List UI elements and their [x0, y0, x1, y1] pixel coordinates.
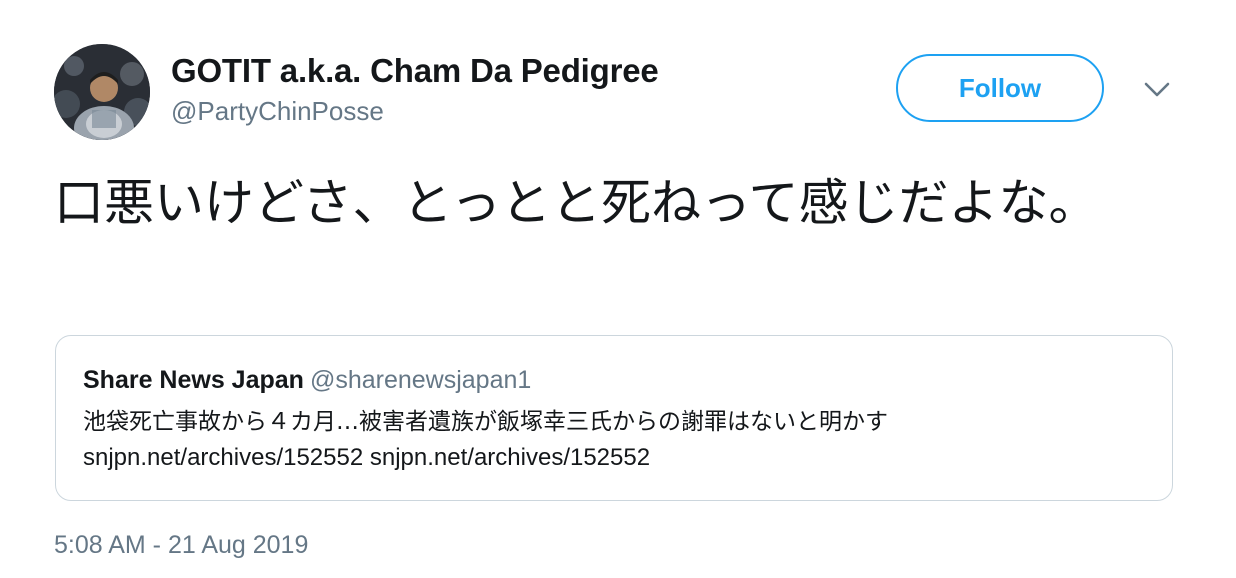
chevron-down-icon[interactable] — [1142, 78, 1172, 102]
quoted-tweet-links: snjpn.net/archives/152552 snjpn.net/arch… — [83, 444, 650, 472]
quoted-tweet-card[interactable]: Share News Japan @sharenewsjapan1 池袋死亡事故か… — [55, 335, 1173, 501]
quoted-author-handle: @sharenewsjapan1 — [309, 366, 532, 394]
quoted-tweet-header: Share News Japan @sharenewsjapan1 — [83, 366, 531, 395]
tweet-timestamp[interactable]: 5:08 AM - 21 Aug 2019 — [54, 531, 308, 560]
quoted-link[interactable]: snjpn.net/archives/152552 — [83, 444, 363, 471]
quoted-author-name: Share News Japan — [83, 366, 304, 394]
avatar[interactable] — [54, 44, 150, 140]
display-name[interactable]: GOTIT a.k.a. Cham Da Pedigree — [171, 52, 659, 90]
follow-button[interactable]: Follow — [896, 54, 1104, 122]
quoted-link[interactable]: snjpn.net/archives/152552 — [370, 444, 650, 471]
avatar-photo — [54, 44, 150, 140]
user-handle[interactable]: @PartyChinPosse — [171, 96, 384, 127]
quoted-tweet-text: 池袋死亡事故から４カ月…被害者遺族が飯塚幸三氏からの謝罪はないと明かす — [83, 409, 888, 435]
tweet-text: 口悪いけどさ、とっとと死ねって感じだよな。 — [54, 174, 1099, 232]
